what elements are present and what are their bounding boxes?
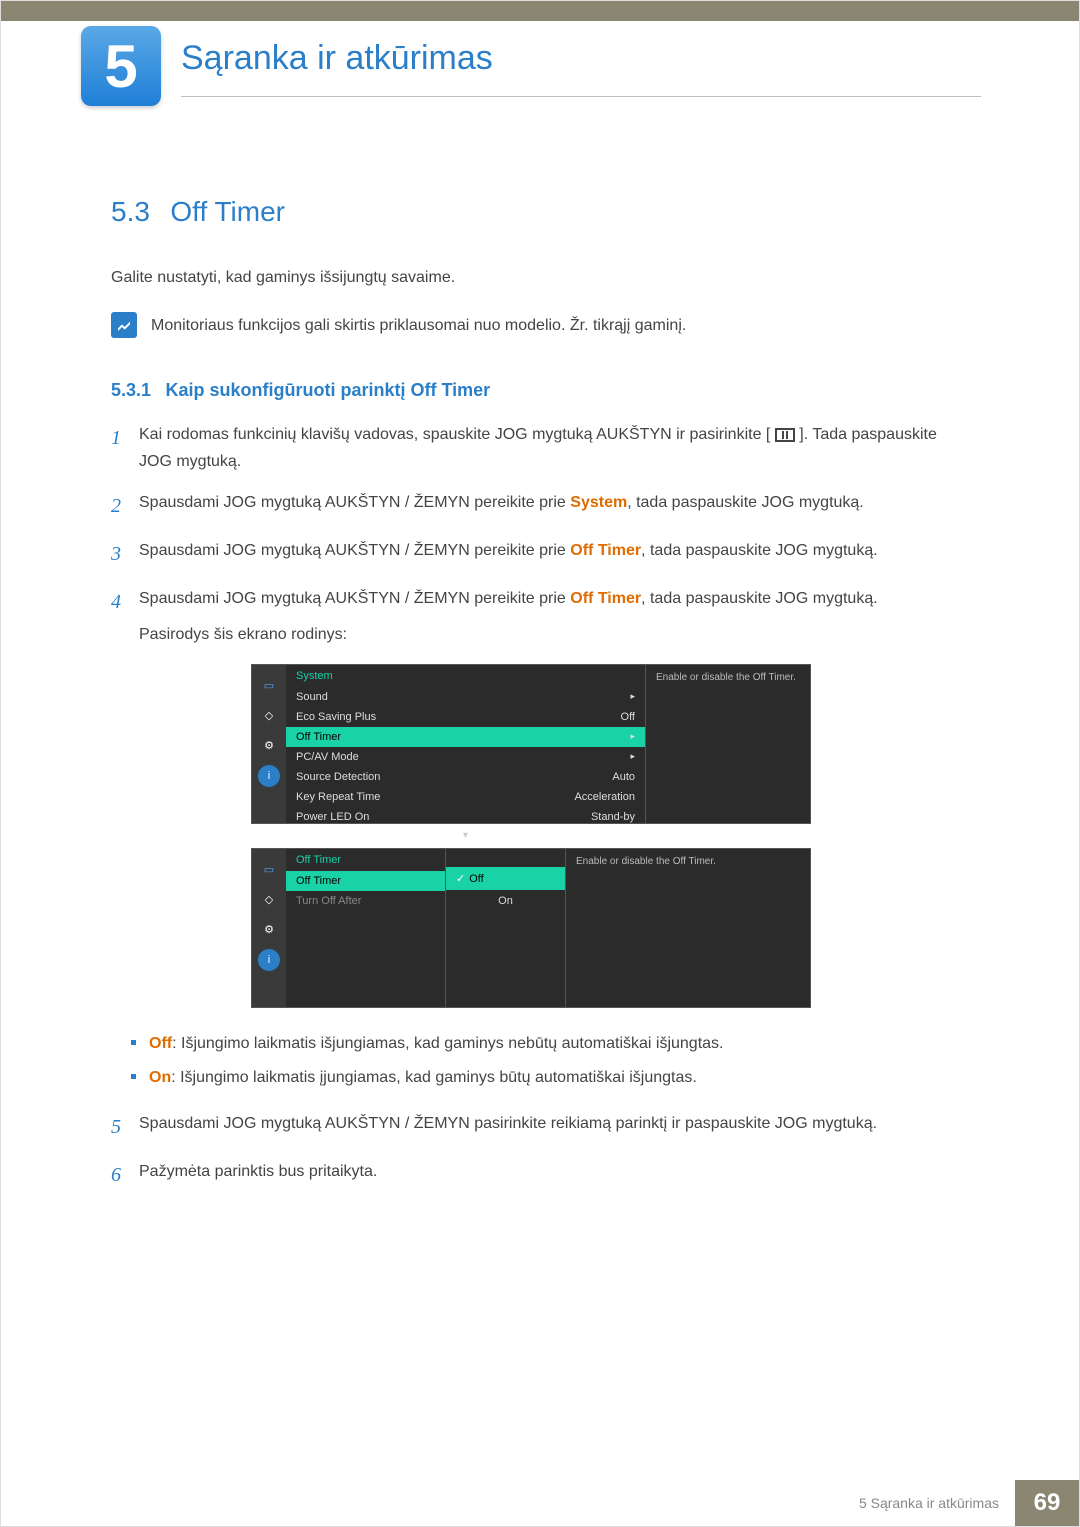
subsection-number: 5.3.1 [111, 380, 151, 400]
osd-menu: System Sound▸ Eco Saving PlusOff Off Tim… [286, 665, 646, 823]
section-title: Off Timer [170, 196, 285, 228]
step-4: 4 Spausdami JOG mygtuką AUKŠTYN / ŽEMYN … [111, 585, 951, 647]
osd-row-eco[interactable]: Eco Saving PlusOff [286, 707, 645, 727]
page-footer: 5 Sąranka ir atkūrimas 69 [1, 1480, 1079, 1526]
steps-list: 1 Kai rodomas funkcinių klavišų vadovas,… [111, 421, 951, 648]
osd-row-pcav[interactable]: PC/AV Mode▸ [286, 747, 645, 767]
step-text: Pasirodys šis ekrano rodinys: [139, 621, 951, 648]
highlight: Off [149, 1035, 172, 1052]
note-text: Monitoriaus funkcijos gali skirtis prikl… [151, 312, 686, 338]
step-body: Spausdami JOG mygtuką AUKŠTYN / ŽEMYN pe… [139, 489, 951, 523]
picture-icon: ◇ [258, 705, 280, 727]
menu-icon [775, 428, 795, 442]
content-area: 5.3 Off Timer Galite nustatyti, kad gami… [111, 196, 951, 1206]
highlight: On [149, 1069, 171, 1086]
osd-sub-spacer [446, 849, 565, 867]
bullet-text: : Išjungimo laikmatis įjungiamas, kad ga… [171, 1069, 697, 1086]
highlight: Off Timer [570, 542, 641, 559]
bullet-text: : Išjungimo laikmatis išjungiamas, kad g… [172, 1035, 723, 1052]
osd-row-sound[interactable]: Sound▸ [286, 687, 645, 707]
section-number: 5.3 [111, 196, 150, 228]
step-text: , tada paspauskite JOG mygtuką. [641, 590, 878, 607]
page: 5 Sąranka ir atkūrimas 5.3 Off Timer Gal… [0, 0, 1080, 1527]
step-1: 1 Kai rodomas funkcinių klavišų vadovas,… [111, 421, 951, 475]
step-body: Spausdami JOG mygtuką AUKŠTYN / ŽEMYN pa… [139, 1110, 951, 1144]
top-band [1, 1, 1079, 21]
osd-option-on[interactable]: On [446, 890, 565, 912]
osd-row-offtimer[interactable]: Off Timer [286, 871, 445, 891]
step-number: 3 [111, 537, 139, 571]
osd-sidebar: ▭ ◇ ⚙ i [252, 849, 286, 1007]
bullet-on: On: Išjungimo laikmatis įjungiamas, kad … [131, 1066, 951, 1090]
footer-text: 5 Sąranka ir atkūrimas [843, 1480, 1015, 1526]
step-body: Pažymėta parinktis bus pritaikyta. [139, 1158, 951, 1192]
osd-row-turnoffafter[interactable]: Turn Off After [286, 891, 445, 911]
step-3: 3 Spausdami JOG mygtuką AUKŠTYN / ŽEMYN … [111, 537, 951, 571]
step-body: Spausdami JOG mygtuką AUKŠTYN / ŽEMYN pe… [139, 585, 951, 647]
osd-row-source[interactable]: Source DetectionAuto [286, 767, 645, 787]
section-heading: 5.3 Off Timer [111, 196, 951, 228]
osd-option-off[interactable]: ✓Off [446, 867, 565, 890]
chapter-title: Sąranka ir atkūrimas [181, 39, 981, 97]
step-number: 5 [111, 1110, 139, 1144]
option-bullets: Off: Išjungimo laikmatis išjungiamas, ka… [131, 1032, 951, 1090]
step-text: Spausdami JOG mygtuką AUKŠTYN / ŽEMYN pe… [139, 590, 570, 607]
bullet-off: Off: Išjungimo laikmatis išjungiamas, ka… [131, 1032, 951, 1056]
step-text: Spausdami JOG mygtuką AUKŠTYN / ŽEMYN pe… [139, 494, 570, 511]
page-number: 69 [1015, 1480, 1079, 1526]
osd-header: System [286, 665, 645, 687]
chapter-number-badge: 5 [81, 26, 161, 106]
osd-sidebar: ▭ ◇ ⚙ i [252, 665, 286, 823]
osd-description: Enable or disable the Off Timer. [566, 849, 810, 1007]
osd-submenu: ✓Off On [446, 849, 566, 1007]
check-icon: ✓ [456, 873, 465, 885]
step-body: Spausdami JOG mygtuką AUKŠTYN / ŽEMYN pe… [139, 537, 951, 571]
steps-list-cont: 5 Spausdami JOG mygtuką AUKŠTYN / ŽEMYN … [111, 1110, 951, 1192]
highlight: Off Timer [570, 590, 641, 607]
step-number: 6 [111, 1158, 139, 1192]
step-number: 4 [111, 585, 139, 647]
info-icon: i [258, 949, 280, 971]
picture-icon: ◇ [258, 889, 280, 911]
info-icon: i [258, 765, 280, 787]
step-6: 6 Pažymėta parinktis bus pritaikyta. [111, 1158, 951, 1192]
osd-row-keyrepeat[interactable]: Key Repeat TimeAcceleration [286, 787, 645, 807]
step-text: Spausdami JOG mygtuką AUKŠTYN / ŽEMYN pe… [139, 542, 570, 559]
osd-scroll-indicator: ▾ [286, 827, 645, 844]
subsection-heading: 5.3.1 Kaip sukonfigūruoti parinktį Off T… [111, 380, 951, 401]
osd-screenshot-system: ▭ ◇ ⚙ i System Sound▸ Eco Saving PlusOff… [251, 664, 811, 824]
note-icon [111, 312, 137, 338]
step-body: Kai rodomas funkcinių klavišų vadovas, s… [139, 421, 951, 475]
osd-header: Off Timer [286, 849, 445, 871]
settings-icon: ⚙ [258, 735, 280, 757]
intro-paragraph: Galite nustatyti, kad gaminys išsijungtų… [111, 266, 951, 290]
osd-row-powerled[interactable]: Power LED OnStand-by [286, 807, 645, 827]
display-icon: ▭ [258, 675, 280, 697]
step-2: 2 Spausdami JOG mygtuką AUKŠTYN / ŽEMYN … [111, 489, 951, 523]
step-number: 2 [111, 489, 139, 523]
highlight: System [570, 494, 627, 511]
settings-icon: ⚙ [258, 919, 280, 941]
osd-screenshot-offtimer: ▭ ◇ ⚙ i Off Timer Off Timer Turn Off Aft… [251, 848, 811, 1008]
step-text: , tada paspauskite JOG mygtuką. [641, 542, 878, 559]
step-5: 5 Spausdami JOG mygtuką AUKŠTYN / ŽEMYN … [111, 1110, 951, 1144]
osd-description: Enable or disable the Off Timer. [646, 665, 810, 823]
step-text: , tada paspauskite JOG mygtuką. [627, 494, 864, 511]
osd-row-offtimer[interactable]: Off Timer▸ [286, 727, 645, 747]
osd-menu: Off Timer Off Timer Turn Off After [286, 849, 446, 1007]
chapter-number: 5 [104, 32, 137, 101]
step-number: 1 [111, 421, 139, 475]
display-icon: ▭ [258, 859, 280, 881]
step-text: Kai rodomas funkcinių klavišų vadovas, s… [139, 426, 770, 443]
note-block: Monitoriaus funkcijos gali skirtis prikl… [111, 312, 951, 338]
subsection-title: Kaip sukonfigūruoti parinktį Off Timer [166, 380, 491, 400]
